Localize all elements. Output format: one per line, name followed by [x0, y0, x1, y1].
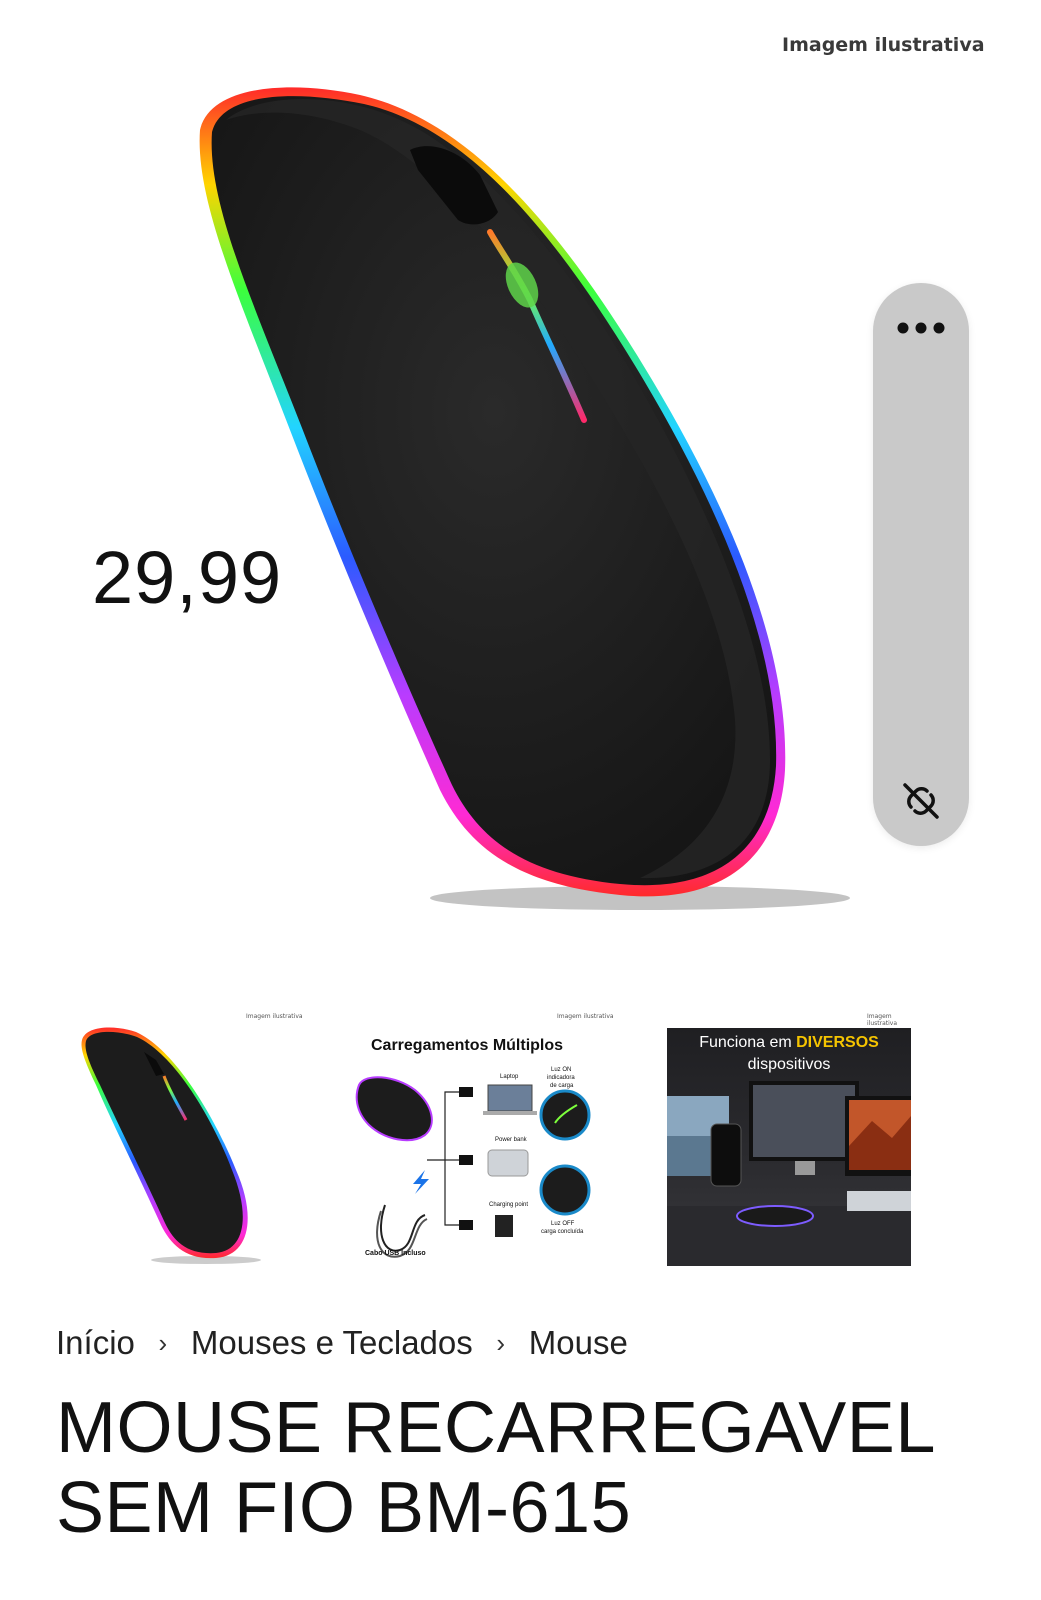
label-luz-off-1: Luz OFF	[551, 1221, 575, 1227]
devices-caption-line2: dispositivos	[747, 1056, 831, 1073]
thumbnail-gallery: Imagem ilustrativa Imagem ilustrativa Ca…	[0, 1010, 1041, 1270]
breadcrumb-separator: ›	[158, 1327, 168, 1358]
product-price: 29,99	[92, 536, 283, 619]
thumbnail-mouse-image	[81, 1027, 261, 1264]
thumbnail-2[interactable]: Imagem ilustrativa Carregamentos Múltipl…	[355, 1010, 615, 1270]
devices-caption-prefix: Funciona em	[699, 1034, 797, 1051]
breadcrumb-inicio[interactable]: Início	[56, 1324, 135, 1362]
devices-illustration	[667, 1081, 911, 1266]
devices-caption-highlight: DIVERSOS	[796, 1034, 879, 1051]
product-title-line2: SEM FIO BM-615	[56, 1468, 632, 1548]
charging-diagram	[355, 1076, 591, 1258]
devices-caption-line1: Funciona em DIVERSOS	[667, 1034, 911, 1052]
more-horizontal-icon	[897, 322, 945, 334]
label-luz-on-1: Luz ON	[551, 1067, 572, 1073]
label-luz-on-2: indicadora	[547, 1075, 575, 1081]
thumbnail-3[interactable]: Imagem ilustrativa Funciona em DIVERSOS …	[667, 1010, 911, 1270]
label-cable: Cabo USB Incluso	[365, 1250, 426, 1257]
label-luz-off-2: carga concluída	[541, 1229, 584, 1235]
breadcrumb-separator: ›	[496, 1327, 506, 1358]
breadcrumb: Início › Mouses e Teclados › Mouse	[56, 1324, 628, 1362]
floating-action-bar	[873, 283, 969, 846]
more-options-button[interactable]	[893, 313, 949, 343]
label-laptop: Laptop	[500, 1074, 519, 1080]
product-title-line1: MOUSE RECARREGAVEL	[56, 1388, 936, 1468]
product-title: MOUSE RECARREGAVEL SEM FIO BM-615	[56, 1388, 1016, 1548]
label-charging: Charging point	[489, 1202, 529, 1208]
unlink-button[interactable]	[897, 777, 945, 825]
thumbnail-devices-image: Funciona em DIVERSOS dispositivos	[667, 1028, 911, 1266]
breadcrumb-mouses-teclados[interactable]: Mouses e Teclados	[191, 1324, 473, 1362]
breadcrumb-mouse[interactable]: Mouse	[529, 1324, 628, 1362]
thumbnail-1[interactable]: Imagem ilustrativa	[56, 1010, 316, 1270]
unlink-icon	[903, 783, 939, 819]
thumbnail-heading: Carregamentos Múltiplos	[371, 1037, 564, 1054]
thumbnail-watermark: Imagem ilustrativa	[557, 1013, 614, 1020]
thumbnail-watermark: Imagem ilustrativa	[867, 1013, 898, 1027]
label-luz-on-3: de carga	[550, 1083, 574, 1089]
label-powerbank: Power bank	[495, 1137, 527, 1143]
